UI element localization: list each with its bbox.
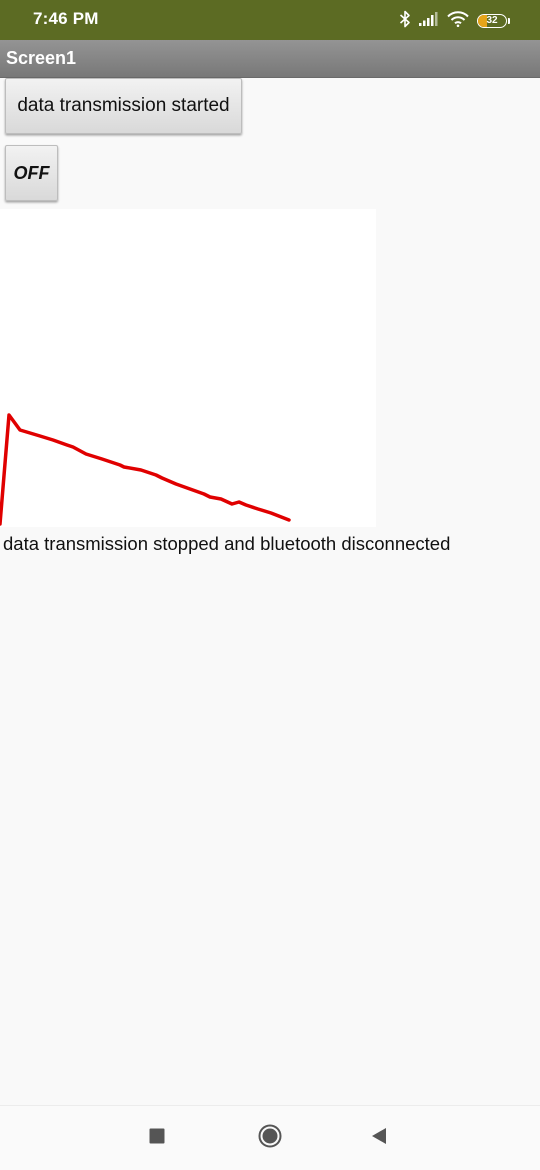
navigation-bar bbox=[0, 1105, 540, 1170]
signal-icon bbox=[419, 11, 439, 31]
canvas-graph bbox=[0, 413, 291, 526]
home-circle-icon bbox=[258, 1124, 282, 1153]
wifi-icon bbox=[447, 10, 469, 32]
status-icons: 32 bbox=[399, 10, 510, 32]
recents-button[interactable] bbox=[145, 1126, 169, 1150]
battery-level-text: 32 bbox=[486, 15, 498, 26]
status-time: 7:46 PM bbox=[33, 9, 99, 28]
battery-nub bbox=[508, 18, 510, 24]
battery-icon: 32 bbox=[477, 14, 510, 28]
battery-indicator: 32 bbox=[477, 14, 507, 28]
off-button[interactable]: OFF bbox=[5, 145, 58, 201]
status-message: data transmission stopped and bluetooth … bbox=[3, 533, 451, 554]
screen-title: Screen1 bbox=[6, 48, 77, 68]
back-triangle-icon bbox=[369, 1126, 389, 1151]
home-button[interactable] bbox=[258, 1124, 282, 1153]
graph-line bbox=[0, 413, 291, 526]
recents-square-icon bbox=[148, 1127, 166, 1150]
drawing-canvas[interactable] bbox=[0, 209, 376, 527]
back-button[interactable] bbox=[367, 1126, 391, 1150]
bluetooth-icon bbox=[399, 10, 411, 33]
data-transmission-button[interactable]: data transmission started bbox=[5, 78, 242, 134]
app-screen: 7:46 PM 32 Screen1 data transmission sta… bbox=[0, 0, 540, 1170]
status-bar: 7:46 PM 32 bbox=[0, 0, 540, 40]
title-bar: Screen1 bbox=[0, 40, 540, 78]
